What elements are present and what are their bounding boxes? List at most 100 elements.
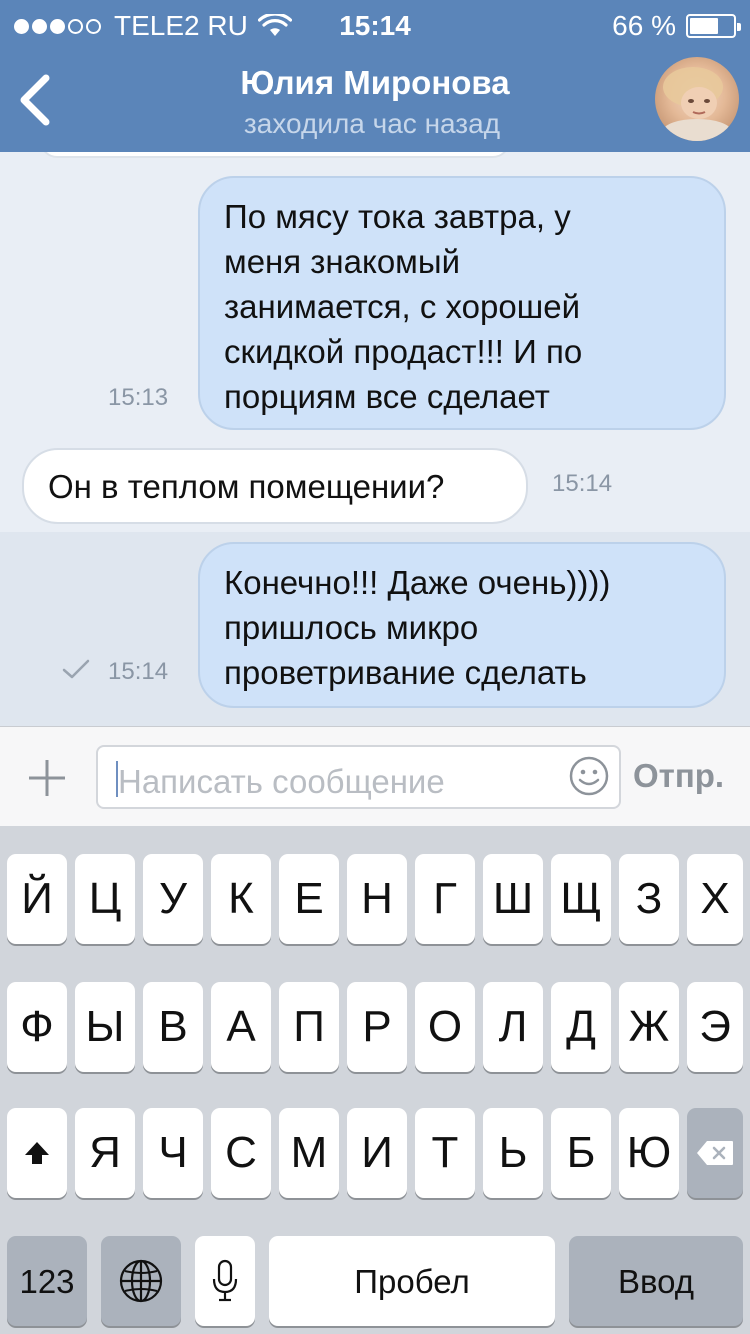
- key-label: И: [361, 1128, 393, 1177]
- message-line: пришлось микро: [224, 609, 479, 646]
- nav-header: TELE2 RU 15:14 66 % Юлия Миронова заходи…: [0, 0, 750, 152]
- key-letter[interactable]: Л: [483, 982, 543, 1072]
- key-letter[interactable]: Б: [551, 1108, 611, 1198]
- key-letter[interactable]: Д: [551, 982, 611, 1072]
- battery-percent: 66 %: [612, 10, 676, 41]
- incoming-message-bubble[interactable]: Он в теплом помещении?: [22, 448, 528, 524]
- key-label: Т: [431, 1128, 459, 1177]
- text-caret: [116, 761, 118, 797]
- message-input-placeholder: Написать сообщение: [118, 763, 445, 800]
- key-letter[interactable]: О: [415, 982, 475, 1072]
- key-label: Ж: [628, 1002, 670, 1051]
- key-letter[interactable]: Р: [347, 982, 407, 1072]
- key-label: Ч: [158, 1128, 188, 1177]
- globe-icon: [119, 1259, 163, 1303]
- key-label: Ю: [626, 1128, 672, 1177]
- key-label: Ввод: [617, 1262, 695, 1300]
- attach-plus-icon[interactable]: [26, 757, 68, 799]
- key-letter[interactable]: У: [143, 854, 203, 944]
- send-button[interactable]: Отпр.: [633, 757, 724, 795]
- dictation-key[interactable]: [195, 1236, 255, 1326]
- key-label: Ц: [88, 874, 122, 923]
- message-line: меня знакомый: [224, 243, 461, 280]
- key-letter[interactable]: Щ: [551, 854, 611, 944]
- key-label: М: [290, 1128, 328, 1177]
- keyboard: Й Ц У К Е Н Г Ш Щ З Х Ф Ы В А П Р О Л Д …: [0, 826, 750, 1334]
- key-label: У: [159, 874, 187, 923]
- key-letter[interactable]: Ю: [619, 1108, 679, 1198]
- key-letter[interactable]: Й: [7, 854, 67, 944]
- shift-key[interactable]: [7, 1108, 67, 1198]
- key-letter[interactable]: Г: [415, 854, 475, 944]
- status-right: 66 %: [612, 10, 741, 42]
- message-row: Конечно!!! Даже очень)))) пришлось микро…: [0, 532, 750, 726]
- key-letter[interactable]: А: [211, 982, 271, 1072]
- message-line: занимается, с хорошей: [224, 288, 581, 325]
- backspace-icon: [697, 1141, 733, 1165]
- key-label: Я: [89, 1128, 121, 1177]
- key-label: Ф: [20, 1002, 54, 1051]
- key-letter[interactable]: З: [619, 854, 679, 944]
- key-letter[interactable]: И: [347, 1108, 407, 1198]
- battery-icon: [686, 14, 741, 38]
- outgoing-message-bubble[interactable]: По мясу тока завтра, у меня знакомый зан…: [198, 176, 726, 430]
- key-letter[interactable]: Ь: [483, 1108, 543, 1198]
- message-line: Конечно!!! Даже очень)))): [224, 564, 611, 601]
- message-row: Он в теплом помещении? 15:14: [0, 444, 750, 530]
- contact-name[interactable]: Юлия Миронова: [0, 64, 750, 102]
- message-line: скидкой продаст!!! И по: [224, 333, 583, 370]
- key-label: П: [293, 1002, 325, 1051]
- key-letter[interactable]: К: [211, 854, 271, 944]
- key-letter[interactable]: Х: [687, 854, 743, 944]
- shift-arrow-icon: [25, 1142, 49, 1164]
- key-letter[interactable]: Ц: [75, 854, 135, 944]
- key-letter[interactable]: Е: [279, 854, 339, 944]
- key-letter[interactable]: Н: [347, 854, 407, 944]
- key-letter[interactable]: В: [143, 982, 203, 1072]
- message-composer: Написать сообщение Отпр.: [0, 726, 750, 826]
- read-check-icon: [62, 659, 90, 679]
- avatar-photo: [663, 67, 731, 141]
- emoji-smile-icon[interactable]: [568, 755, 610, 797]
- key-label: З: [635, 874, 663, 923]
- key-label: Ь: [498, 1128, 528, 1177]
- battery-fill: [690, 18, 718, 34]
- status-bar: TELE2 RU 15:14 66 %: [0, 0, 750, 50]
- key-label: Ы: [85, 1002, 125, 1051]
- globe-key[interactable]: [101, 1236, 181, 1326]
- key-label: Н: [361, 874, 393, 923]
- key-letter[interactable]: Ш: [483, 854, 543, 944]
- key-label: А: [226, 1002, 256, 1051]
- return-key[interactable]: Ввод: [569, 1236, 743, 1326]
- key-label: Р: [362, 1002, 392, 1051]
- key-letter[interactable]: Я: [75, 1108, 135, 1198]
- message-line: По мясу тока завтра, у: [224, 198, 571, 235]
- key-letter[interactable]: Э: [687, 982, 743, 1072]
- outgoing-message-bubble[interactable]: Конечно!!! Даже очень)))) пришлось микро…: [198, 542, 726, 708]
- key-label: Л: [498, 1002, 528, 1051]
- message-input[interactable]: Написать сообщение: [96, 745, 621, 809]
- space-key[interactable]: Пробел: [269, 1236, 555, 1326]
- contact-last-seen: заходила час назад: [243, 108, 501, 139]
- key-letter[interactable]: С: [211, 1108, 271, 1198]
- key-letter[interactable]: Ж: [619, 982, 679, 1072]
- key-letter[interactable]: Ф: [7, 982, 67, 1072]
- numbers-key[interactable]: 123: [7, 1236, 87, 1326]
- key-label: О: [427, 1002, 463, 1051]
- battery-tip: [737, 23, 741, 31]
- key-label: Щ: [560, 874, 602, 923]
- key-label: В: [158, 1002, 188, 1051]
- key-label: Е: [294, 874, 324, 923]
- message-line: порциям все сделает: [224, 378, 550, 415]
- key-letter[interactable]: П: [279, 982, 339, 1072]
- avatar[interactable]: [655, 57, 739, 141]
- backspace-key[interactable]: [687, 1108, 743, 1198]
- chat-area[interactable]: По мясу тока завтра, у меня знакомый зан…: [0, 152, 750, 726]
- message-line: Он в теплом помещении?: [48, 468, 445, 505]
- key-label: Э: [699, 1002, 731, 1051]
- key-letter[interactable]: Т: [415, 1108, 475, 1198]
- key-label: Г: [433, 874, 457, 923]
- key-letter[interactable]: Ч: [143, 1108, 203, 1198]
- key-letter[interactable]: Ы: [75, 982, 135, 1072]
- key-letter[interactable]: М: [279, 1108, 339, 1198]
